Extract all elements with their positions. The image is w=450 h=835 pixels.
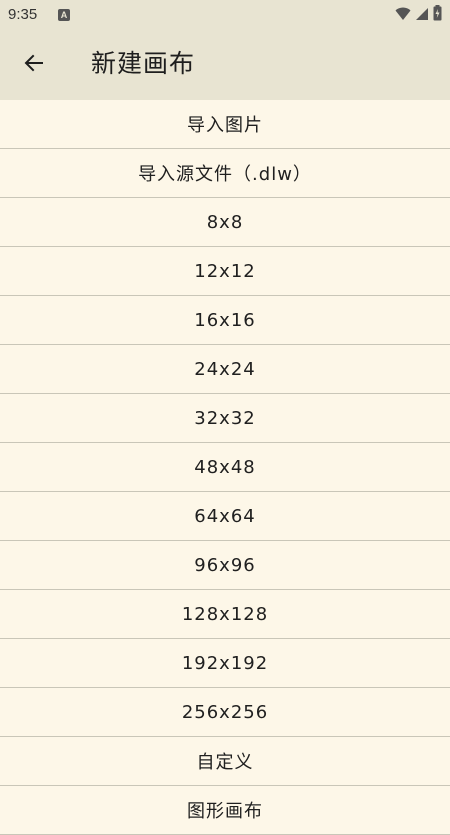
page-title: 新建画布 [91,49,196,78]
option-size-48[interactable]: 48x48 [0,443,450,492]
signal-icon [415,6,429,25]
option-size-192[interactable]: 192x192 [0,639,450,688]
option-label: 48x48 [194,456,256,478]
canvas-option-list: 导入图片 导入源文件（.dlw） 8x8 12x12 16x16 24x24 3… [0,100,450,835]
option-size-128[interactable]: 128x128 [0,590,450,639]
option-size-24[interactable]: 24x24 [0,345,450,394]
option-label: 32x32 [194,407,256,429]
option-size-16[interactable]: 16x16 [0,296,450,345]
option-import-image[interactable]: 导入图片 [0,100,450,149]
option-label: 64x64 [194,505,256,527]
option-custom[interactable]: 自定义 [0,737,450,786]
option-label: 12x12 [194,260,256,282]
option-label: 导入源文件（.dlw） [138,164,312,185]
option-size-96[interactable]: 96x96 [0,541,450,590]
option-label: 16x16 [194,309,256,331]
option-label: 192x192 [181,652,269,674]
option-size-12[interactable]: 12x12 [0,247,450,296]
option-label: 图形画布 [187,801,263,822]
option-label: 96x96 [194,554,256,576]
option-size-64[interactable]: 64x64 [0,492,450,541]
option-size-8[interactable]: 8x8 [0,198,450,247]
notification-a-icon: A [58,9,70,21]
status-time: 9:35 [8,6,38,23]
option-label: 128x128 [181,603,269,625]
back-button[interactable] [10,41,58,89]
arrow-left-icon [22,51,46,79]
option-shape-canvas[interactable]: 图形画布 [0,786,450,835]
option-label: 导入图片 [187,115,263,136]
option-label: 24x24 [194,358,256,380]
option-label: 8x8 [206,211,244,233]
app-bar: 新建画布 [0,30,450,100]
battery-icon [433,5,442,25]
status-icons [395,5,442,25]
option-label: 自定义 [196,752,254,773]
wifi-icon [395,6,411,25]
status-bar: 9:35 A [0,0,450,30]
option-size-32[interactable]: 32x32 [0,394,450,443]
option-size-256[interactable]: 256x256 [0,688,450,737]
option-label: 256x256 [181,701,269,723]
option-import-source-file[interactable]: 导入源文件（.dlw） [0,149,450,198]
